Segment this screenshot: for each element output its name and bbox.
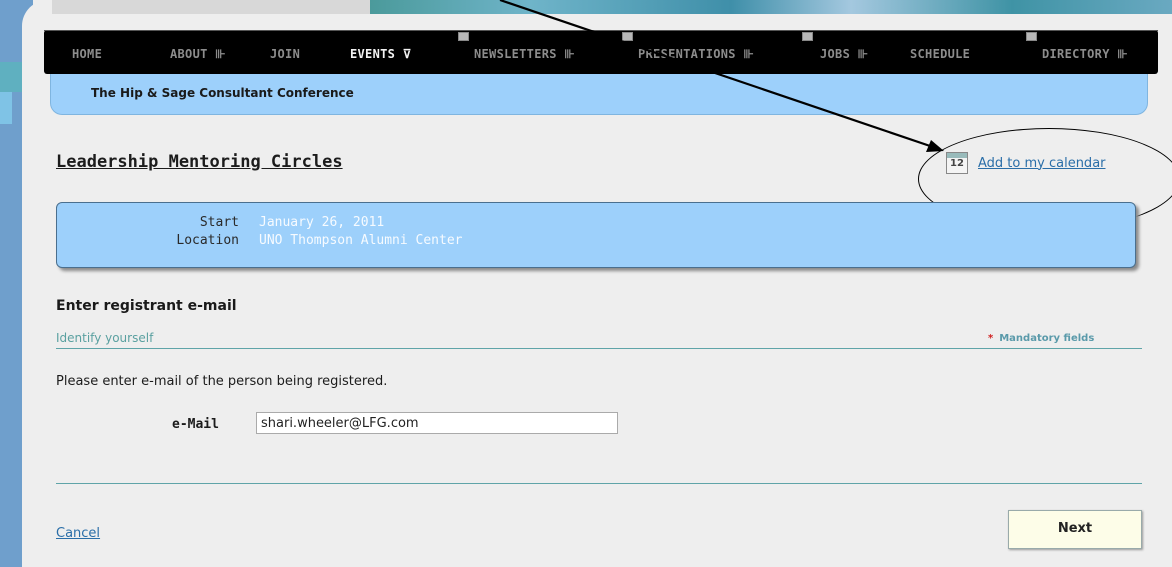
nav-item-home[interactable]: HOME xyxy=(72,47,102,61)
page-title: Leadership Mentoring Circles xyxy=(56,152,343,172)
nav-item-newsletters[interactable]: NEWSLETTERS ⊪ xyxy=(474,47,575,61)
main-nav: HOME ABOUT ⊪ JOIN EVENTS ⊽ NEWSLETTERS ⊪… xyxy=(44,30,1158,74)
instructions-text: Please enter e-mail of the person being … xyxy=(56,374,388,389)
section-subtitle: Identify yourself xyxy=(56,331,154,345)
location-value: UNO Thompson Alumni Center xyxy=(259,233,463,248)
nav-item-jobs[interactable]: JOBS ⊪ xyxy=(820,47,868,61)
mandatory-note: * Mandatory fields xyxy=(988,333,1094,344)
cancel-link[interactable]: Cancel xyxy=(56,526,100,541)
start-value: January 26, 2011 xyxy=(259,215,385,230)
email-label: e-Mail xyxy=(172,417,219,432)
banner-art xyxy=(370,0,1172,14)
location-label: Location xyxy=(176,233,239,248)
section-divider xyxy=(56,348,1142,349)
start-label: Start xyxy=(199,215,239,230)
top-banner xyxy=(52,0,1172,14)
nav-separator-icon xyxy=(622,32,633,41)
page-frame-curve xyxy=(22,0,52,567)
subnav-item-conference[interactable]: The Hip & Sage Consultant Conference xyxy=(91,86,354,100)
nav-item-events[interactable]: EVENTS ⊽ xyxy=(350,47,412,61)
nav-item-about[interactable]: ABOUT ⊪ xyxy=(170,47,226,61)
mandatory-label: Mandatory fields xyxy=(999,333,1095,344)
mandatory-star: * xyxy=(988,333,994,344)
email-field[interactable] xyxy=(256,412,618,434)
nav-item-join[interactable]: JOIN xyxy=(270,47,300,61)
subnav-bar: The Hip & Sage Consultant Conference xyxy=(50,74,1148,115)
nav-item-directory[interactable]: DIRECTORY ⊪ xyxy=(1042,47,1128,61)
nav-item-schedule[interactable]: SCHEDULE xyxy=(910,47,970,61)
left-bar-accent-light xyxy=(0,92,12,124)
nav-separator-icon xyxy=(458,32,469,41)
section-title: Enter registrant e-mail xyxy=(56,298,237,314)
next-button[interactable]: Next xyxy=(1008,510,1142,549)
nav-separator-icon xyxy=(1026,32,1037,41)
footer-divider xyxy=(56,483,1142,484)
event-info-box: Start January 26, 2011 Location UNO Thom… xyxy=(56,202,1136,268)
nav-separator-icon xyxy=(802,32,813,41)
nav-item-presentations[interactable]: PRESENTATIONS ⊪ xyxy=(638,47,754,61)
